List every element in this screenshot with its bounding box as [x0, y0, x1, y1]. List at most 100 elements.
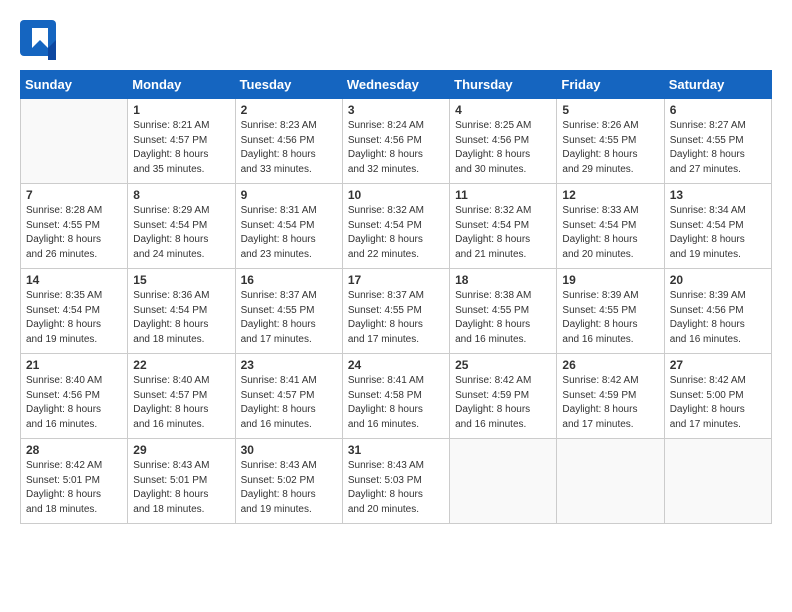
calendar-cell: 31 Sunrise: 8:43 AM Sunset: 5:03 PM Dayli…: [342, 439, 449, 524]
day-number: 12: [562, 188, 658, 202]
day-number: 10: [348, 188, 444, 202]
cell-info: Sunrise: 8:40 AM Sunset: 4:57 PM Dayligh…: [133, 374, 229, 432]
day-number: 5: [562, 103, 658, 117]
calendar-cell: 7Sunrise: 8:28 AM Sunset: 4:55 PM Daylig…: [21, 184, 128, 269]
day-number: 31: [348, 443, 444, 457]
cell-info: Sunrise: 8:41 AM Sunset: 4:57 PM Dayligh…: [241, 374, 337, 432]
calendar-cell: 25 Sunrise: 8:42 AM Sunset: 4:59 PM Dayli…: [450, 354, 557, 439]
cell-info: Sunrise: 8:21 AM Sunset: 4:57 PM Dayligh…: [133, 119, 229, 177]
day-number: 11: [455, 188, 551, 202]
cell-info: Sunrise: 8:29 AM Sunset: 4:54 PM Dayligh…: [133, 204, 229, 262]
calendar-cell: 20 Sunrise: 8:39 AM Sunset: 4:56 PM Dayli…: [664, 269, 771, 354]
cell-info: Sunrise: 8:34 AM Sunset: 4:54 PM Dayligh…: [670, 204, 766, 262]
day-number: 20: [670, 273, 766, 287]
cell-info: Sunrise: 8:42 AM Sunset: 4:59 PM Dayligh…: [562, 374, 658, 432]
cell-info: Sunrise: 8:25 AM Sunset: 4:56 PM Dayligh…: [455, 119, 551, 177]
cell-info: Sunrise: 8:42 AM Sunset: 4:59 PM Dayligh…: [455, 374, 551, 432]
calendar-cell: 21Sunrise: 8:40 AM Sunset: 4:56 PM Dayli…: [21, 354, 128, 439]
calendar-header-row: SundayMondayTuesdayWednesdayThursdayFrid…: [21, 71, 772, 99]
cell-info: Sunrise: 8:38 AM Sunset: 4:55 PM Dayligh…: [455, 289, 551, 347]
calendar-cell: 11 Sunrise: 8:32 AM Sunset: 4:54 PM Dayli…: [450, 184, 557, 269]
day-number: 6: [670, 103, 766, 117]
calendar-cell: [21, 99, 128, 184]
cell-info: Sunrise: 8:32 AM Sunset: 4:54 PM Dayligh…: [455, 204, 551, 262]
calendar-cell: 10Sunrise: 8:32 AM Sunset: 4:54 PM Dayli…: [342, 184, 449, 269]
day-number: 22: [133, 358, 229, 372]
calendar-cell: 3 Sunrise: 8:24 AM Sunset: 4:56 PM Daylig…: [342, 99, 449, 184]
calendar-cell: 6 Sunrise: 8:27 AM Sunset: 4:55 PM Daylig…: [664, 99, 771, 184]
calendar-cell: 14 Sunrise: 8:35 AM Sunset: 4:54 PM Dayli…: [21, 269, 128, 354]
cell-info: Sunrise: 8:35 AM Sunset: 4:54 PM Dayligh…: [26, 289, 122, 347]
calendar-cell: 8 Sunrise: 8:29 AM Sunset: 4:54 PM Daylig…: [128, 184, 235, 269]
calendar-cell: 5 Sunrise: 8:26 AM Sunset: 4:55 PM Daylig…: [557, 99, 664, 184]
calendar-week-3: 21Sunrise: 8:40 AM Sunset: 4:56 PM Dayli…: [21, 354, 772, 439]
calendar-cell: 23 Sunrise: 8:41 AM Sunset: 4:57 PM Dayli…: [235, 354, 342, 439]
day-number: 8: [133, 188, 229, 202]
cell-info: Sunrise: 8:39 AM Sunset: 4:56 PM Dayligh…: [670, 289, 766, 347]
cell-info: Sunrise: 8:42 AM Sunset: 5:00 PM Dayligh…: [670, 374, 766, 432]
cell-info: Sunrise: 8:40 AM Sunset: 4:56 PM Dayligh…: [26, 374, 122, 432]
cell-info: Sunrise: 8:28 AM Sunset: 4:55 PM Dayligh…: [26, 204, 122, 262]
cell-info: Sunrise: 8:41 AM Sunset: 4:58 PM Dayligh…: [348, 374, 444, 432]
calendar-week-1: 7Sunrise: 8:28 AM Sunset: 4:55 PM Daylig…: [21, 184, 772, 269]
cell-info: Sunrise: 8:27 AM Sunset: 4:55 PM Dayligh…: [670, 119, 766, 177]
calendar-cell: 27Sunrise: 8:42 AM Sunset: 5:00 PM Dayli…: [664, 354, 771, 439]
calendar-cell: 19 Sunrise: 8:39 AM Sunset: 4:55 PM Dayli…: [557, 269, 664, 354]
cell-info: Sunrise: 8:43 AM Sunset: 5:01 PM Dayligh…: [133, 459, 229, 517]
day-number: 4: [455, 103, 551, 117]
calendar-cell: 2 Sunrise: 8:23 AM Sunset: 4:56 PM Daylig…: [235, 99, 342, 184]
cell-info: Sunrise: 8:43 AM Sunset: 5:02 PM Dayligh…: [241, 459, 337, 517]
calendar-cell: 13 Sunrise: 8:34 AM Sunset: 4:54 PM Dayli…: [664, 184, 771, 269]
calendar-cell: 28 Sunrise: 8:42 AM Sunset: 5:01 PM Dayli…: [21, 439, 128, 524]
calendar-week-0: 1 Sunrise: 8:21 AM Sunset: 4:57 PM Daylig…: [21, 99, 772, 184]
cell-info: Sunrise: 8:37 AM Sunset: 4:55 PM Dayligh…: [348, 289, 444, 347]
cell-info: Sunrise: 8:43 AM Sunset: 5:03 PM Dayligh…: [348, 459, 444, 517]
day-number: 13: [670, 188, 766, 202]
calendar-cell: 16Sunrise: 8:37 AM Sunset: 4:55 PM Dayli…: [235, 269, 342, 354]
day-number: 25: [455, 358, 551, 372]
cell-info: Sunrise: 8:37 AM Sunset: 4:55 PM Dayligh…: [241, 289, 337, 347]
cell-info: Sunrise: 8:23 AM Sunset: 4:56 PM Dayligh…: [241, 119, 337, 177]
day-number: 1: [133, 103, 229, 117]
day-header-thursday: Thursday: [450, 71, 557, 99]
day-number: 19: [562, 273, 658, 287]
day-number: 23: [241, 358, 337, 372]
calendar-cell: 18 Sunrise: 8:38 AM Sunset: 4:55 PM Dayli…: [450, 269, 557, 354]
day-number: 30: [241, 443, 337, 457]
day-header-monday: Monday: [128, 71, 235, 99]
calendar-cell: 30 Sunrise: 8:43 AM Sunset: 5:02 PM Dayli…: [235, 439, 342, 524]
day-header-friday: Friday: [557, 71, 664, 99]
day-number: 2: [241, 103, 337, 117]
cell-info: Sunrise: 8:36 AM Sunset: 4:54 PM Dayligh…: [133, 289, 229, 347]
day-number: 28: [26, 443, 122, 457]
day-number: 17: [348, 273, 444, 287]
page-header: [20, 20, 772, 60]
calendar-cell: [450, 439, 557, 524]
calendar-cell: 24 Sunrise: 8:41 AM Sunset: 4:58 PM Dayli…: [342, 354, 449, 439]
logo: [20, 20, 60, 60]
calendar-cell: 9Sunrise: 8:31 AM Sunset: 4:54 PM Daylig…: [235, 184, 342, 269]
logo-icon: [20, 20, 56, 60]
calendar-cell: 22 Sunrise: 8:40 AM Sunset: 4:57 PM Dayli…: [128, 354, 235, 439]
day-number: 24: [348, 358, 444, 372]
calendar-week-2: 14 Sunrise: 8:35 AM Sunset: 4:54 PM Dayli…: [21, 269, 772, 354]
cell-info: Sunrise: 8:31 AM Sunset: 4:54 PM Dayligh…: [241, 204, 337, 262]
cell-info: Sunrise: 8:26 AM Sunset: 4:55 PM Dayligh…: [562, 119, 658, 177]
cell-info: Sunrise: 8:33 AM Sunset: 4:54 PM Dayligh…: [562, 204, 658, 262]
day-number: 14: [26, 273, 122, 287]
calendar-cell: 4 Sunrise: 8:25 AM Sunset: 4:56 PM Daylig…: [450, 99, 557, 184]
calendar-cell: [557, 439, 664, 524]
calendar-week-4: 28 Sunrise: 8:42 AM Sunset: 5:01 PM Dayli…: [21, 439, 772, 524]
day-number: 3: [348, 103, 444, 117]
calendar-cell: 26 Sunrise: 8:42 AM Sunset: 4:59 PM Dayli…: [557, 354, 664, 439]
calendar-cell: [664, 439, 771, 524]
cell-info: Sunrise: 8:42 AM Sunset: 5:01 PM Dayligh…: [26, 459, 122, 517]
day-header-saturday: Saturday: [664, 71, 771, 99]
day-number: 26: [562, 358, 658, 372]
day-header-wednesday: Wednesday: [342, 71, 449, 99]
calendar-cell: 15 Sunrise: 8:36 AM Sunset: 4:54 PM Dayli…: [128, 269, 235, 354]
day-number: 15: [133, 273, 229, 287]
cell-info: Sunrise: 8:24 AM Sunset: 4:56 PM Dayligh…: [348, 119, 444, 177]
cell-info: Sunrise: 8:39 AM Sunset: 4:55 PM Dayligh…: [562, 289, 658, 347]
day-number: 18: [455, 273, 551, 287]
